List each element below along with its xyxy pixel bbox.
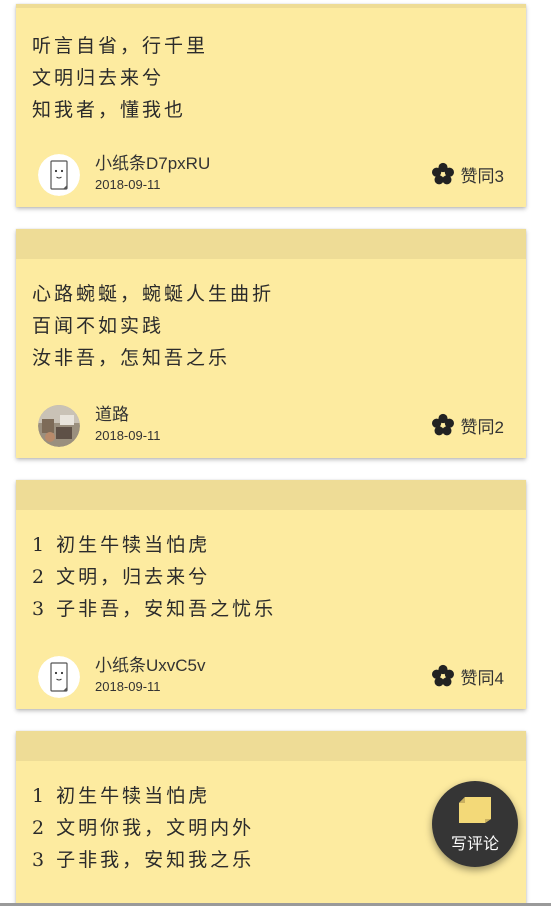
author-name[interactable]: 小纸条UxvC5v: [95, 656, 206, 676]
card-header-strip: [16, 731, 526, 761]
post-line: 1 初生牛犊当怕虎: [32, 534, 211, 556]
card-header-strip: [16, 480, 526, 510]
like-count: 赞同4: [460, 668, 504, 688]
like-count: 赞同3: [460, 166, 504, 186]
post-line: 心路蜿蜒，蜿蜒人生曲折: [32, 283, 275, 305]
author-name[interactable]: 小纸条D7pxRU: [95, 154, 210, 174]
post-card[interactable]: 心路蜿蜒，蜿蜒人生曲折 百闻不如实践 汝非吾，怎知吾之乐 道路 2018-09-…: [16, 229, 526, 458]
write-comment-button[interactable]: 写评论: [432, 781, 518, 867]
post-date: 2018-09-11: [95, 679, 161, 694]
photo-avatar: [38, 405, 80, 447]
post-card[interactable]: 1 初生牛犊当怕虎 2 文明，归去来兮 3 子非吾，安知吾之忧乐 小纸条UxvC…: [16, 480, 526, 709]
post-line: 2 文明，归去来兮: [32, 566, 211, 588]
sticky-note-icon: [459, 797, 491, 823]
paper-note-face-icon: [38, 154, 80, 196]
author-row: 小纸条D7pxRU 2018-09-11 赞同3: [38, 154, 504, 196]
flower-icon: [431, 413, 454, 436]
author-row: 小纸条UxvC5v 2018-09-11 赞同4: [38, 656, 504, 698]
post-line: 文明归去来兮: [32, 67, 165, 89]
post-line: 百闻不如实践: [32, 315, 165, 337]
post-content: 听言自省，行千里 文明归去来兮 知我者，懂我也: [16, 8, 526, 126]
post-line: 3 子非吾，安知吾之忧乐: [32, 598, 277, 620]
like-button[interactable]: 赞同3: [431, 161, 504, 187]
like-button[interactable]: 赞同4: [431, 663, 504, 689]
post-line: 汝非吾，怎知吾之乐: [32, 347, 231, 369]
avatar[interactable]: [38, 154, 80, 196]
post-content: 心路蜿蜒，蜿蜒人生曲折 百闻不如实践 汝非吾，怎知吾之乐: [16, 259, 526, 374]
avatar[interactable]: [38, 656, 80, 698]
post-card[interactable]: 听言自省，行千里 文明归去来兮 知我者，懂我也 小纸条D7pxRU 2018-0…: [16, 4, 526, 207]
card-header-strip: [16, 229, 526, 259]
like-count: 赞同2: [460, 417, 504, 437]
post-content: 1 初生牛犊当怕虎 2 文明，归去来兮 3 子非吾，安知吾之忧乐: [16, 510, 526, 625]
post-line: 知我者，懂我也: [32, 99, 187, 121]
flower-icon: [431, 162, 454, 185]
author-name[interactable]: 道路: [95, 405, 129, 425]
paper-note-face-icon: [38, 656, 80, 698]
write-comment-label: 写评论: [450, 836, 499, 853]
avatar[interactable]: [38, 405, 80, 447]
like-button[interactable]: 赞同2: [431, 412, 504, 438]
post-line: 听言自省，行千里: [32, 35, 209, 57]
post-date: 2018-09-11: [95, 177, 161, 192]
author-row: 道路 2018-09-11 赞同2: [38, 405, 504, 447]
post-date: 2018-09-11: [95, 428, 161, 443]
flower-icon: [431, 664, 454, 687]
